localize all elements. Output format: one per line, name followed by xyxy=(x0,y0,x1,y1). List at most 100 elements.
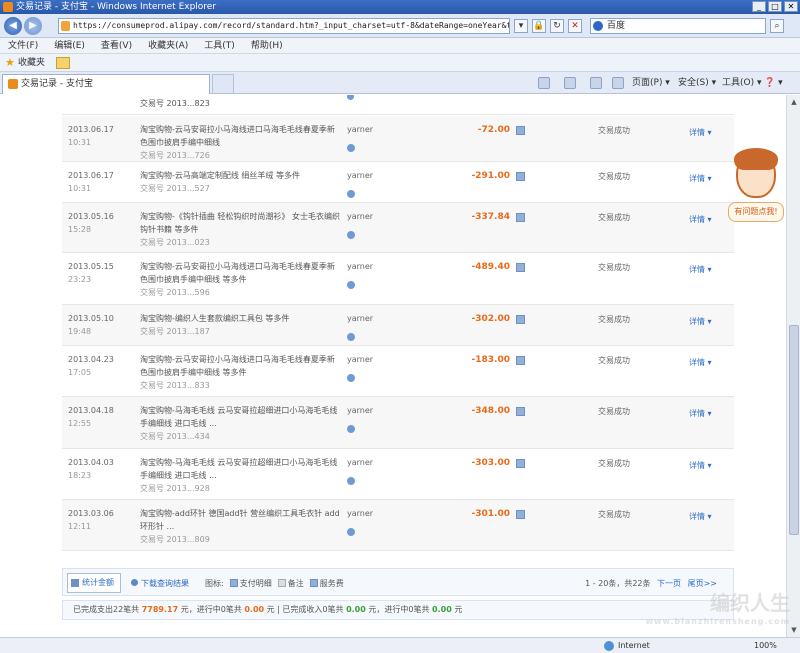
zoom-level[interactable]: 100% xyxy=(754,638,777,653)
trade-title[interactable]: 淘宝购物-编织人生套款编织工具包 等多件 xyxy=(140,312,340,325)
detail-link[interactable]: 详情 ▾ xyxy=(689,511,712,522)
trade-title[interactable]: 淘宝购物-云马安哥拉小马海线进口马海毛毛线春夏季新色围巾披肩手编中细线 等多件 xyxy=(140,260,340,286)
back-icon[interactable]: ◀ xyxy=(4,17,22,35)
star-icon: ★ xyxy=(5,56,15,69)
close-button[interactable]: ✕ xyxy=(784,1,798,12)
detail-link[interactable]: 详情 ▾ xyxy=(689,127,712,138)
wangwang-icon[interactable] xyxy=(347,144,355,152)
detail-link[interactable]: 详情 ▾ xyxy=(689,460,712,471)
trade-title[interactable]: 淘宝购物-add环针 德国add针 营丝编织工具毛衣针 add环形针 ... xyxy=(140,507,340,533)
favorites-bar: ★ 收藏夹 xyxy=(0,54,800,72)
party-cell: yarner xyxy=(347,507,373,536)
new-tab-button[interactable] xyxy=(212,74,234,94)
wangwang-icon[interactable] xyxy=(347,425,355,433)
search-input[interactable]: 百度 xyxy=(590,18,766,34)
date-cell: 2013.05.10 19:48 xyxy=(68,312,114,338)
scroll-down-icon[interactable]: ▼ xyxy=(789,625,799,635)
detail-link[interactable]: 详情 ▾ xyxy=(689,214,712,225)
security-zone: Internet xyxy=(604,638,650,653)
payment-detail-icon[interactable] xyxy=(516,213,525,222)
add-favorite-icon[interactable] xyxy=(56,57,70,69)
feeds-icon[interactable] xyxy=(564,77,576,89)
wangwang-icon[interactable] xyxy=(347,95,354,100)
wangwang-icon[interactable] xyxy=(347,281,355,289)
detail-link[interactable]: 详情 ▾ xyxy=(689,408,712,419)
maximize-button[interactable]: □ xyxy=(768,1,782,12)
detail-link[interactable]: 详情 ▾ xyxy=(689,357,712,368)
help-widget[interactable]: 有问题点我! xyxy=(728,148,786,226)
menu-help[interactable]: 帮助(H) xyxy=(251,38,283,53)
menu-edit[interactable]: 编辑(E) xyxy=(54,38,85,53)
vertical-scrollbar[interactable]: ▲ ▼ xyxy=(786,95,800,637)
menu-tools[interactable]: 工具(T) xyxy=(204,38,235,53)
trade-title[interactable]: 淘宝购物-马海毛毛线 云马安哥拉超细进口小马海毛毛线 手编细线 进口毛线 ... xyxy=(140,404,340,430)
trade-title[interactable]: 淘宝购物-《钩针插曲 轻松钩织时尚潮衫》 女士毛衣编织 钩针书籍 等多件 xyxy=(140,210,340,236)
forward-icon[interactable]: ▶ xyxy=(24,17,42,35)
trade-title[interactable]: 淘宝购物-云马安哥拉小马海线进口马海毛毛线春夏季新色围巾披肩手编中细线 等多件 xyxy=(140,353,340,379)
detail-link[interactable]: 详情 ▾ xyxy=(689,264,712,275)
next-page-link[interactable]: 下一页 xyxy=(657,579,681,588)
minimize-button[interactable]: _ xyxy=(752,1,766,12)
detail-link[interactable]: 详情 ▾ xyxy=(689,316,712,327)
url-input[interactable]: https://consumeprod.alipay.com/record/st… xyxy=(58,18,510,34)
scroll-thumb[interactable] xyxy=(789,325,799,535)
safety-menu[interactable]: 安全(S) ▾ xyxy=(678,77,716,89)
page-content: 交易号 2013...823 2013.06.17 10:31 淘宝购物-云马安哥拉… xyxy=(0,95,786,637)
trade-time: 12:11 xyxy=(68,522,92,531)
party-cell: yarner xyxy=(347,210,373,239)
txno: 交易号 2013...187 xyxy=(140,327,210,336)
payment-detail-icon[interactable] xyxy=(516,126,525,135)
download-link[interactable]: 下载查询结果 xyxy=(131,578,189,589)
trade-status: 交易成功 xyxy=(598,356,630,365)
payment-detail-icon[interactable] xyxy=(516,172,525,181)
date-cell: 2013.03.06 12:11 xyxy=(68,507,114,533)
search-icon[interactable]: ⌕ xyxy=(770,19,784,33)
trade-status: 交易成功 xyxy=(598,315,630,324)
amount: -301.00 xyxy=(471,509,510,519)
mail-icon[interactable] xyxy=(590,77,602,89)
menu-file[interactable]: 文件(F) xyxy=(8,38,38,53)
menu-favorites[interactable]: 收藏夹(A) xyxy=(148,38,188,53)
security-lock-icon[interactable]: 🔒 xyxy=(532,19,546,33)
wangwang-icon[interactable] xyxy=(347,528,355,536)
stats-button[interactable]: 统计金额 xyxy=(67,573,121,593)
scroll-up-icon[interactable]: ▲ xyxy=(789,97,799,107)
detail-link[interactable]: 详情 ▾ xyxy=(689,173,712,184)
print-icon[interactable] xyxy=(612,77,624,89)
payment-detail-icon[interactable] xyxy=(516,263,525,272)
payment-detail-icon[interactable] xyxy=(516,315,525,324)
payment-detail-icon[interactable] xyxy=(516,459,525,468)
dropdown-icon[interactable]: ▾ xyxy=(514,19,528,33)
counterparty: yarner xyxy=(347,509,374,518)
trade-title[interactable]: 淘宝购物-马海毛毛线 云马安哥拉超细进口小马海毛毛线 手编细线 进口毛线 ... xyxy=(140,456,340,482)
help-menu[interactable]: ❓ ▾ xyxy=(764,77,783,89)
wangwang-icon[interactable] xyxy=(347,477,355,485)
wangwang-icon[interactable] xyxy=(347,333,355,341)
wangwang-icon[interactable] xyxy=(347,374,355,382)
status-bar: Internet 100% xyxy=(0,637,800,653)
table-row: 2013.05.16 15:28 淘宝购物-《钩针插曲 轻松钩织时尚潮衫》 女士毛衣… xyxy=(62,203,734,253)
wangwang-icon[interactable] xyxy=(347,231,355,239)
stop-icon[interactable]: ✕ xyxy=(568,19,582,33)
date-cell: 2013.06.17 10:31 xyxy=(68,123,114,149)
payment-detail-icon[interactable] xyxy=(516,356,525,365)
favorites-button[interactable]: 收藏夹 xyxy=(18,58,45,68)
trade-title[interactable]: 淘宝购物-云马安哥拉小马海线进口马海毛毛线春夏季新色围巾披肩手编中细线 xyxy=(140,123,340,149)
last-page-link[interactable]: 尾页>> xyxy=(688,579,717,588)
wangwang-icon[interactable] xyxy=(347,190,355,198)
page-menu[interactable]: 页面(P) ▾ xyxy=(632,77,670,89)
trade-title[interactable]: 淘宝购物-云马高端定制配线 绢丝羊绒 等多件 xyxy=(140,169,340,182)
date-cell: 2013.04.03 18:23 xyxy=(68,456,114,482)
counterparty: yarner xyxy=(347,125,374,134)
payment-detail-icon[interactable] xyxy=(516,510,525,519)
tools-menu[interactable]: 工具(O) ▾ xyxy=(722,77,762,89)
legend-payment-detail: 支付明细 xyxy=(229,578,272,589)
address-toolbar: ◀ ▶ https://consumeprod.alipay.com/recor… xyxy=(0,14,800,38)
home-icon[interactable] xyxy=(538,77,550,89)
payment-detail-icon[interactable] xyxy=(516,407,525,416)
menu-view[interactable]: 查看(V) xyxy=(101,38,132,53)
tab-alipay-records[interactable]: 交易记录 - 支付宝 xyxy=(2,74,210,94)
party-cell: yarner xyxy=(347,123,373,152)
table-row: 2013.06.17 10:31 淘宝购物-云马高端定制配线 绢丝羊绒 等多件 交易号… xyxy=(62,162,734,203)
refresh-icon[interactable]: ↻ xyxy=(550,19,564,33)
